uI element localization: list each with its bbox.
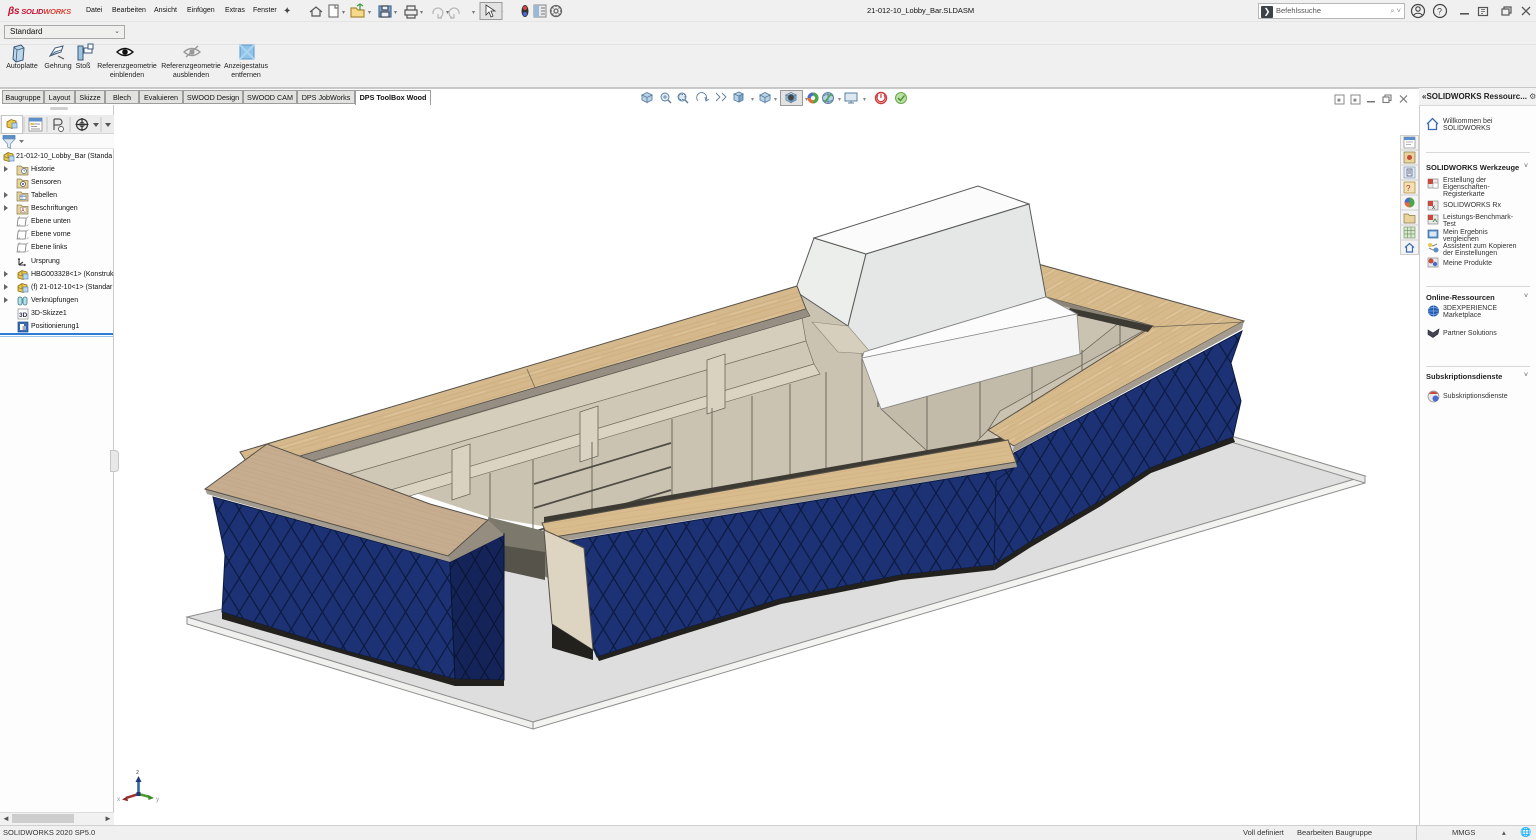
svg-text:x: x [1432,205,1435,211]
svg-text:▾: ▾ [838,97,841,103]
svg-text:z: z [136,769,139,776]
svg-text:?: ? [1437,7,1442,17]
svg-text:x: x [117,796,121,803]
svg-text:▾: ▾ [472,10,475,16]
svg-text:▾: ▾ [420,10,423,16]
svg-text:▾: ▾ [863,97,866,103]
svg-text:y: y [156,796,160,803]
svg-text:▾: ▾ [774,97,777,103]
svg-text:■: ■ [1353,98,1357,104]
svg-text:▾: ▾ [368,10,371,16]
svg-text:■: ■ [1337,98,1341,104]
svg-text:▾: ▾ [751,97,754,103]
svg-text:▾: ▾ [342,10,345,16]
svg-text:3D: 3D [19,312,28,319]
svg-text:▾: ▾ [446,10,449,16]
svg-text:?: ? [1406,184,1411,193]
svg-text:▾: ▾ [394,10,397,16]
